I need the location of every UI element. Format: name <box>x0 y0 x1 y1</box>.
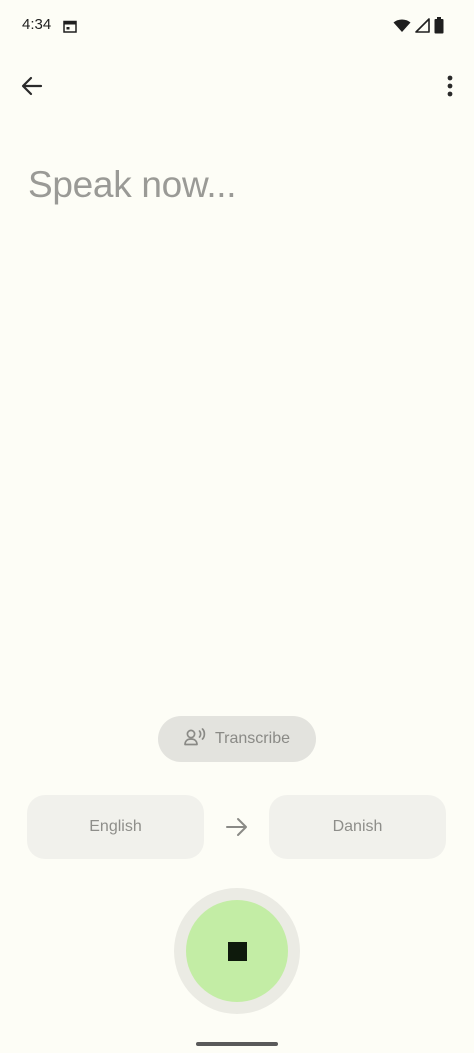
speak-now-prompt: Speak now... <box>28 164 237 205</box>
target-language-button[interactable]: Danish <box>269 795 446 859</box>
source-language-button[interactable]: English <box>27 795 204 859</box>
transcribe-button[interactable]: Transcribe <box>158 716 316 762</box>
stop-listening-button[interactable] <box>186 900 288 1002</box>
arrow-left-icon <box>21 76 43 101</box>
target-language-label: Danish <box>332 818 383 835</box>
source-language-label: English <box>89 818 142 835</box>
status-icons <box>393 17 444 39</box>
home-indicator[interactable] <box>196 1042 278 1046</box>
wifi-icon <box>393 19 411 38</box>
stop-icon <box>227 941 247 961</box>
signal-icon <box>415 18 430 38</box>
battery-icon <box>434 17 444 39</box>
arrow-right-icon <box>224 815 250 839</box>
status-time: 4:34 <box>22 16 52 33</box>
calendar-icon <box>63 20 77 33</box>
voice-person-icon <box>184 727 206 751</box>
more-vert-icon <box>447 75 453 102</box>
more-options-button[interactable] <box>438 70 462 106</box>
status-bar: 4:34 <box>0 0 474 52</box>
transcribe-label: Transcribe <box>215 730 290 747</box>
back-button[interactable] <box>14 70 50 106</box>
